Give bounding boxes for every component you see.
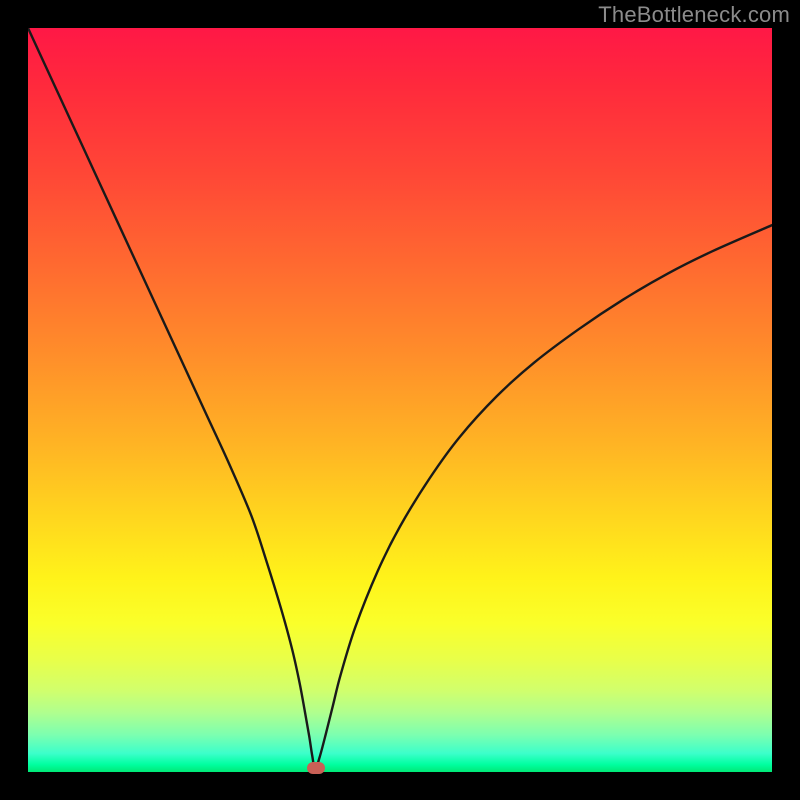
minimum-marker bbox=[307, 762, 325, 774]
watermark-text: TheBottleneck.com bbox=[598, 2, 790, 28]
bottleneck-curve bbox=[28, 28, 772, 769]
chart-stage: TheBottleneck.com bbox=[0, 0, 800, 800]
plot-area bbox=[28, 28, 772, 772]
curve-svg bbox=[28, 28, 772, 772]
